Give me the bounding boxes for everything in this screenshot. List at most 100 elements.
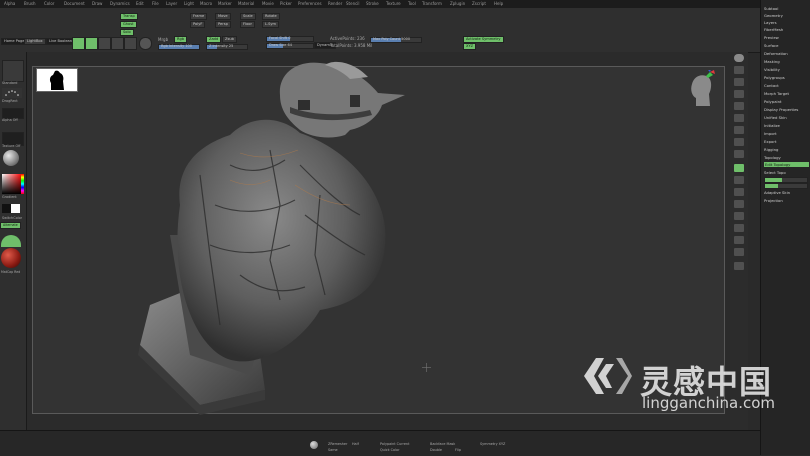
menu-item-brush[interactable]: Brush [24, 1, 36, 6]
actual-size-icon[interactable] [734, 90, 744, 98]
brush-thumbnail[interactable] [2, 60, 24, 82]
hue-strip[interactable] [21, 174, 24, 194]
tray-item-subtool[interactable]: Subtool [764, 6, 778, 11]
tray-item-display-properties[interactable]: Display Properties [764, 107, 798, 112]
scroll-icon[interactable] [734, 66, 744, 74]
tray-item-unified-skin[interactable]: Unified Skin [764, 115, 787, 120]
tray-item-select-topo[interactable]: Select Topo [764, 170, 786, 175]
bottom-material-icon[interactable] [310, 441, 318, 449]
menu-item-macro[interactable]: Macro [200, 1, 212, 6]
move-button[interactable]: Move [215, 13, 231, 20]
persp-button[interactable]: Persp [215, 21, 231, 28]
navigation-thumbnail[interactable] [36, 68, 78, 92]
tray-item-contact[interactable]: Contact [764, 83, 779, 88]
ghost-icon[interactable] [734, 236, 744, 244]
menu-item-draw[interactable]: Draw [92, 1, 102, 6]
material-sphere-icon[interactable] [139, 37, 152, 50]
aahalf-icon[interactable] [734, 102, 744, 110]
tray-item-preview[interactable]: Preview [764, 35, 779, 40]
menu-item-edit[interactable]: Edit [136, 1, 144, 6]
scale-mode-icon[interactable] [111, 37, 124, 50]
menu-item-light[interactable]: Light [184, 1, 194, 6]
menu-item-material[interactable]: Material [238, 1, 254, 6]
tray-item-import[interactable]: Import [764, 131, 777, 136]
bpr-render-icon[interactable] [734, 54, 744, 62]
menu-item-help[interactable]: Help [494, 1, 503, 6]
menu-item-alpha[interactable]: Alpha [4, 1, 15, 6]
move-view-icon[interactable] [734, 176, 744, 184]
draw-size-slider[interactable]: Draw Size 64 [266, 43, 314, 49]
menu-item-tool[interactable]: Tool [408, 1, 416, 6]
scale-button[interactable]: Scale [240, 13, 256, 20]
floor-grid-icon[interactable] [734, 126, 744, 134]
line-fill-icon[interactable] [734, 212, 744, 220]
bottom-label-zremesher[interactable]: ZRemesher [328, 442, 347, 446]
xpose-icon[interactable] [734, 262, 744, 270]
bottom-label-symmetry[interactable]: Symmetry XYZ [480, 442, 505, 446]
solo-icon[interactable] [734, 248, 744, 256]
menu-item-marker[interactable]: Marker [218, 1, 232, 6]
rotate-button[interactable]: Rotate [262, 13, 280, 20]
activate-symmetry-button[interactable]: Activate Symmetry [463, 36, 504, 43]
color-picker[interactable] [2, 174, 22, 194]
menu-item-zplugin[interactable]: Zplugin [450, 1, 465, 6]
rotate-mode-icon[interactable] [124, 37, 137, 50]
frame-icon[interactable] [734, 164, 744, 172]
menu-item-file[interactable]: File [152, 1, 159, 6]
mrgb-label[interactable]: Mrgb [158, 37, 168, 42]
tray-item-rigging[interactable]: Rigging [764, 147, 778, 152]
tray-item-morph-target[interactable]: Morph Target [764, 91, 789, 96]
menu-item-preferences[interactable]: Preferences [298, 1, 322, 6]
switch-color-label[interactable]: SwitchColor [2, 216, 22, 220]
menu-item-transform[interactable]: Transform [422, 1, 442, 6]
floor-button[interactable]: Floor [240, 21, 255, 28]
bottom-label-backface-mask[interactable]: Backface Mask [430, 442, 455, 446]
zoom-3d-icon[interactable] [734, 188, 744, 196]
live-boolean-button[interactable]: Live Boolean [46, 38, 76, 45]
max-poly-count-slider[interactable]: Max Poly Count 5000 [370, 37, 422, 43]
gizmo-xyz-icon[interactable] [734, 150, 744, 158]
material-cap-icon[interactable] [1, 235, 21, 247]
sculpted-bust-model[interactable] [120, 55, 440, 415]
tray-item-polygroups[interactable]: Polygroups [764, 75, 785, 80]
tray-item-visibility[interactable]: Visibility [764, 67, 780, 72]
tray-item-polypaint[interactable]: Polypaint [764, 99, 781, 104]
tray-item-export[interactable]: Export [764, 139, 776, 144]
dynamic-persp-icon[interactable] [734, 114, 744, 122]
z-intensity-slider[interactable]: Z Intensity 25 [206, 44, 248, 50]
tray-item-masking[interactable]: Masking [764, 59, 780, 64]
bottom-label-half[interactable]: Half [352, 442, 359, 446]
menu-item-texture[interactable]: Texture [386, 1, 401, 6]
move-mode-icon[interactable] [98, 37, 111, 50]
alternate-button[interactable]: Alternate [0, 222, 21, 229]
focal-shift-slider[interactable]: Focal Shift 0 [266, 36, 314, 42]
menu-item-document[interactable]: Document [64, 1, 85, 6]
tray-item-fibermesh[interactable]: FiberMesh [764, 27, 783, 32]
rgb-button[interactable]: Rgb [174, 36, 188, 43]
rgb-intensity-slider[interactable]: Rgb Intensity 100 [158, 44, 200, 50]
menu-item-stencil[interactable]: Stencil [346, 1, 360, 6]
menu-item-dynamics[interactable]: Dynamics [110, 1, 130, 6]
tray-item-geometry[interactable]: Geometry [764, 13, 783, 18]
edit-mode-icon[interactable] [72, 37, 85, 50]
tray-item-surface[interactable]: Surface [764, 43, 778, 48]
bottom-label-polypaint-current[interactable]: Polypaint Current [380, 442, 409, 446]
bottom-label-same[interactable]: Same [328, 448, 338, 452]
lightbox-button[interactable]: LightBox [24, 38, 46, 45]
view-navigator-head-icon[interactable] [686, 70, 716, 110]
bottom-label-flip[interactable]: Flip [455, 448, 461, 452]
menu-item-movie[interactable]: Movie [262, 1, 274, 6]
ghost-button[interactable]: Ghost [120, 21, 137, 28]
polyf-button[interactable]: PolyF [190, 21, 206, 28]
tray-item-edit-topology[interactable]: Edit Topology [764, 162, 809, 167]
lsym-button[interactable]: L.Sym [262, 21, 280, 28]
transp-button[interactable]: Transp [120, 13, 138, 20]
bottom-label-quick-color[interactable]: Quick Color [380, 448, 400, 452]
tray-item-topology[interactable]: Topology [764, 155, 781, 160]
transp-icon[interactable] [734, 224, 744, 232]
menu-item-stroke[interactable]: Stroke [366, 1, 379, 6]
rotate-view-icon[interactable] [734, 200, 744, 208]
tray-item-layers[interactable]: Layers [764, 20, 777, 25]
menu-item-picker[interactable]: Picker [280, 1, 292, 6]
stroke-thumbnail[interactable] [2, 88, 22, 98]
